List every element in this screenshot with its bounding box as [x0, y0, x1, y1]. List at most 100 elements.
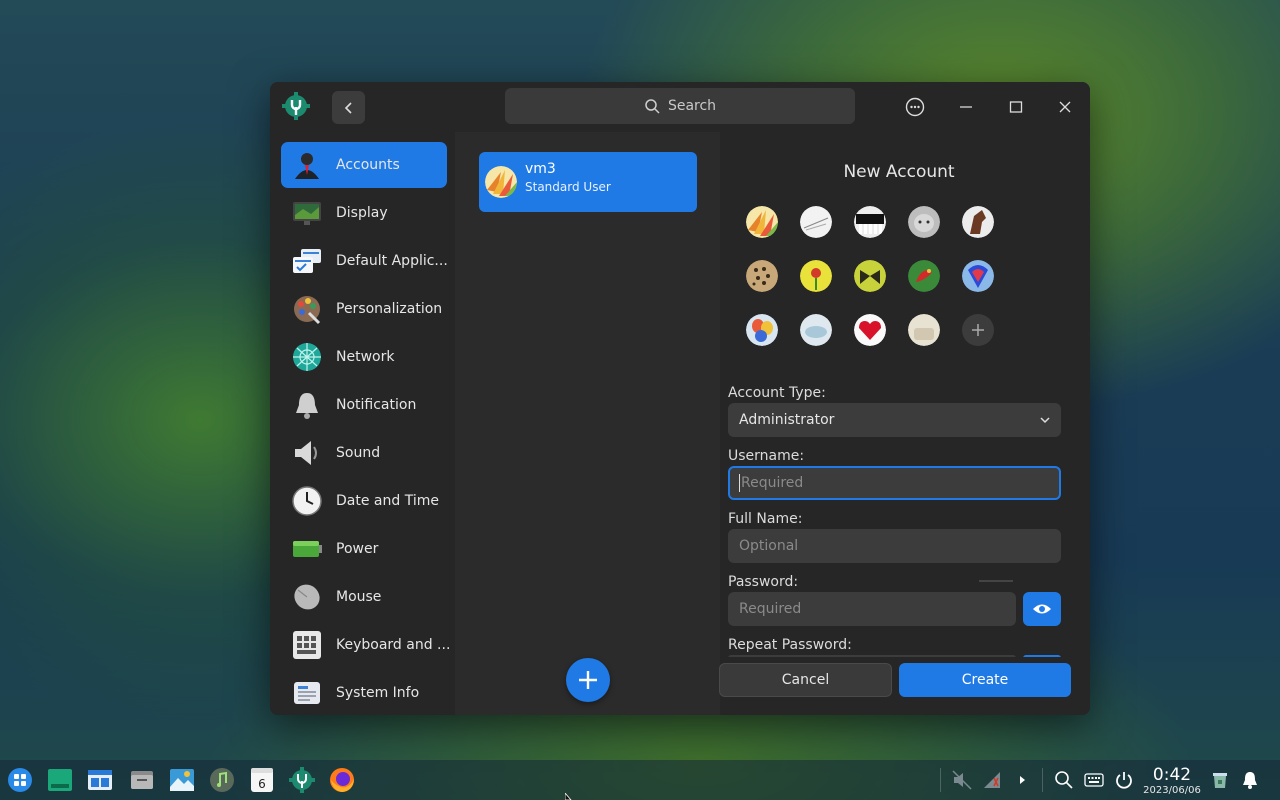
mouse-cursor-icon [565, 793, 572, 800]
sidebar-item-label: Default Applic... [336, 253, 448, 269]
sidebar-item-personalization[interactable]: Personalization [281, 286, 447, 332]
sidebar-item-date-time[interactable]: Date and Time [281, 478, 447, 524]
close-button[interactable] [1052, 94, 1078, 120]
password-strength-indicator [979, 580, 1013, 582]
sidebar: Accounts Display Default Applic... Perso… [270, 132, 455, 715]
workspace-icon[interactable] [87, 767, 113, 793]
multitask-icon[interactable] [47, 767, 73, 793]
calendar-icon[interactable]: 6 [249, 767, 275, 793]
avatar-option[interactable] [854, 206, 886, 238]
username-input[interactable]: Required [728, 466, 1061, 500]
minimize-button[interactable] [953, 94, 979, 120]
taskbar: 6 0:42 2023/06/06 [0, 760, 1280, 800]
sidebar-item-power[interactable]: Power [281, 526, 447, 572]
avatar-option[interactable] [746, 314, 778, 346]
add-avatar-button[interactable] [962, 314, 994, 346]
power-icon[interactable] [1114, 770, 1134, 790]
avatar-option[interactable] [854, 314, 886, 346]
avatar-option[interactable] [746, 260, 778, 292]
avatar-option[interactable] [800, 206, 832, 238]
new-account-title: New Account [843, 162, 955, 182]
clock-icon [292, 486, 322, 516]
default-apps-icon [293, 249, 321, 273]
firefox-icon[interactable] [329, 767, 355, 793]
sidebar-item-label: System Info [336, 685, 420, 701]
avatar-option[interactable] [746, 206, 778, 238]
bell-icon[interactable] [1240, 770, 1260, 790]
maximize-button[interactable] [1003, 94, 1029, 120]
keyboard-icon[interactable] [1084, 770, 1104, 790]
chevron-down-icon [1040, 417, 1050, 424]
cancel-label: Cancel [781, 672, 830, 688]
sidebar-item-mouse[interactable]: Mouse [281, 574, 447, 620]
sidebar-item-label: Notification [336, 397, 417, 413]
sidebar-item-label: Keyboard and ... [336, 637, 451, 653]
user-avatar [485, 166, 517, 198]
sidebar-item-network[interactable]: Network [281, 334, 447, 380]
maximize-icon [1009, 101, 1023, 113]
sidebar-item-label: Date and Time [336, 493, 439, 509]
sidebar-item-label: Mouse [336, 589, 382, 605]
sidebar-item-accounts[interactable]: Accounts [281, 142, 447, 188]
system-info-icon [294, 682, 320, 704]
sidebar-item-label: Sound [336, 445, 381, 461]
more-options-button[interactable] [902, 94, 928, 120]
mouse-icon [294, 584, 320, 610]
clock-time[interactable]: 0:42 [1146, 765, 1198, 785]
user-list-panel: vm3 Standard User [455, 132, 720, 715]
search-icon[interactable] [1054, 770, 1074, 790]
titlebar: Search [270, 82, 1090, 132]
avatar-option[interactable] [908, 206, 940, 238]
sidebar-item-keyboard[interactable]: Keyboard and ... [281, 622, 451, 668]
password-label: Password: [728, 574, 799, 590]
sidebar-item-sound[interactable]: Sound [281, 430, 447, 476]
launcher-icon[interactable] [7, 767, 33, 793]
battery-icon [293, 541, 322, 557]
arrow-right-icon[interactable] [1012, 770, 1032, 790]
sidebar-item-notification[interactable]: Notification [281, 382, 447, 428]
more-icon [905, 97, 925, 117]
avatar-option[interactable] [800, 314, 832, 346]
create-label: Create [961, 672, 1009, 688]
avatar-option[interactable] [962, 206, 994, 238]
password-input[interactable]: Required [728, 592, 1016, 626]
add-user-button[interactable] [566, 658, 610, 702]
fullname-input[interactable]: Optional [728, 529, 1061, 563]
sidebar-item-display[interactable]: Display [281, 190, 447, 236]
fullname-placeholder: Optional [739, 538, 799, 554]
user-name: vm3 [525, 161, 556, 177]
avatar-option[interactable] [908, 260, 940, 292]
control-center-icon[interactable] [289, 767, 315, 793]
accounts-icon [295, 153, 319, 179]
avatar-option[interactable] [800, 260, 832, 292]
back-button[interactable] [332, 91, 365, 124]
image-viewer-icon[interactable] [169, 767, 195, 793]
plus-icon [579, 671, 597, 689]
sound-icon [295, 441, 317, 465]
account-type-select[interactable]: Administrator [728, 403, 1061, 437]
tray-divider [1042, 768, 1043, 792]
close-icon [1059, 101, 1071, 113]
trash-icon[interactable] [1210, 770, 1230, 790]
mute-icon[interactable] [952, 770, 972, 790]
music-icon[interactable] [209, 767, 235, 793]
eye-icon [1033, 604, 1051, 614]
user-card-vm3[interactable]: vm3 Standard User [479, 152, 697, 212]
file-manager-icon[interactable] [129, 767, 155, 793]
user-type: Standard User [525, 180, 611, 194]
sidebar-item-default-apps[interactable]: Default Applic... [281, 238, 448, 284]
account-type-label: Account Type: [728, 385, 826, 401]
clock-date[interactable]: 2023/06/06 [1140, 785, 1204, 796]
avatar-option[interactable] [908, 314, 940, 346]
search-input[interactable]: Search [505, 88, 855, 124]
create-button[interactable]: Create [899, 663, 1071, 697]
personalization-icon [294, 296, 321, 325]
network-tray-icon[interactable] [982, 770, 1002, 790]
avatar-option[interactable] [854, 260, 886, 292]
sidebar-item-system-info[interactable]: System Info [281, 670, 447, 715]
show-password-button[interactable] [1023, 592, 1061, 626]
avatar-option[interactable] [962, 260, 994, 292]
new-account-panel: New Account Account Type: Administrator … [719, 132, 1090, 715]
cancel-button[interactable]: Cancel [719, 663, 892, 697]
control-center-logo-icon [282, 92, 310, 120]
